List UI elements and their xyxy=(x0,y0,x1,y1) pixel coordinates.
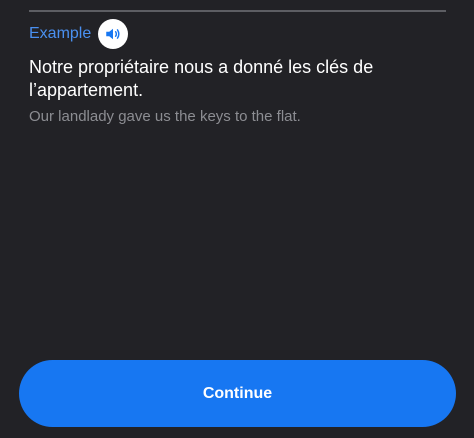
example-sentence: Notre propriétaire nous a donné les clés… xyxy=(29,57,374,100)
example-screen: Example Notre propriétaire nous a donné … xyxy=(0,0,474,438)
speaker-icon xyxy=(106,28,120,40)
top-divider xyxy=(29,10,446,12)
example-label: Example xyxy=(29,25,92,42)
example-translation: Our landlady gave us the keys to the fla… xyxy=(29,108,301,125)
example-header: Example xyxy=(29,18,129,50)
continue-button[interactable]: Continue xyxy=(19,360,456,427)
play-audio-button[interactable] xyxy=(98,19,129,49)
